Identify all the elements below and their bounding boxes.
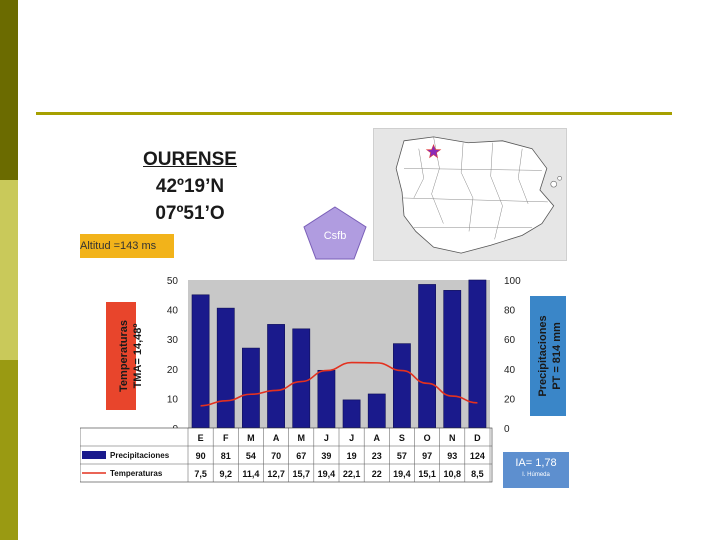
precip-bar xyxy=(342,399,361,429)
precip-value-cell: 39 xyxy=(321,451,331,461)
precip-bar xyxy=(367,393,386,429)
month-label: A xyxy=(273,433,280,443)
precip-bar xyxy=(468,279,487,429)
precip-bar xyxy=(418,284,436,429)
precip-legend-label: Precipitaciones xyxy=(110,451,170,460)
precip-value-cell: 124 xyxy=(470,451,485,461)
aridity-index-box: IA= 1,78 I. Húmeda xyxy=(503,452,569,488)
right-tick-label: 80 xyxy=(504,306,516,317)
month-label: S xyxy=(399,433,405,443)
right-tick-label: 20 xyxy=(504,394,516,405)
header-rule xyxy=(36,112,672,115)
precip-bar xyxy=(216,307,235,429)
station-name: OURENSE xyxy=(143,149,237,170)
station-latitude: 42º19’N xyxy=(155,176,225,197)
precip-value-cell: 90 xyxy=(196,451,206,461)
month-label: N xyxy=(449,433,456,443)
climogram: Temperaturas TMA= 14,48º Precipitaciones… xyxy=(80,276,566,483)
temp-value-cell: 7,5 xyxy=(194,469,207,479)
precip-value-cell: 70 xyxy=(271,451,281,461)
precip-value-cell: 57 xyxy=(397,451,407,461)
precip-bar xyxy=(317,369,336,429)
side-bar-bottom xyxy=(0,360,18,540)
temp-value-cell: 19,4 xyxy=(393,469,411,479)
temp-summary-value: TMA= 14,48º xyxy=(132,324,144,389)
precip-value-cell: 97 xyxy=(422,451,432,461)
precip-value-cell: 19 xyxy=(347,451,357,461)
left-tick-label: 10 xyxy=(167,394,179,405)
station-header: OURENSE 42º19’N 07º51’O xyxy=(120,146,260,227)
month-label: J xyxy=(324,433,329,443)
precip-bar xyxy=(267,324,285,429)
prec-summary-box: Precipitaciones PT = 814 mm xyxy=(530,296,566,416)
table: E F M A M J J A S O N D Precipitaciones Temperaturas 9… xyxy=(80,427,493,483)
month-label: J xyxy=(349,433,354,443)
side-bar-top xyxy=(0,0,18,180)
temp-value-cell: 8,5 xyxy=(471,469,484,479)
month-label: E xyxy=(198,433,204,443)
left-tick-label: 50 xyxy=(167,276,179,287)
aridity-index-class: I. Húmeda xyxy=(522,472,550,478)
right-axis: 0 20 40 60 80 100 xyxy=(504,276,521,435)
side-bar-middle xyxy=(0,180,18,360)
month-label: D xyxy=(474,433,481,443)
koppen-code: Csfb xyxy=(324,230,347,242)
prec-summary-value: PT = 814 mm xyxy=(551,322,563,390)
temp-value-cell: 22,1 xyxy=(343,469,361,479)
temp-value-cell: 10,8 xyxy=(443,469,461,479)
month-label: M xyxy=(247,433,255,443)
month-label: M xyxy=(298,433,306,443)
left-tick-label: 40 xyxy=(167,306,179,317)
temp-value-cell: 15,1 xyxy=(418,469,436,479)
precip-bar xyxy=(393,343,411,429)
temp-summary-label: Temperaturas xyxy=(118,320,130,392)
precip-value-cell: 54 xyxy=(246,451,256,461)
right-tick-label: 0 xyxy=(504,424,510,435)
temp-summary-box: Temperaturas TMA= 14,48º xyxy=(106,302,144,410)
temp-value-cell: 22 xyxy=(372,469,382,479)
precip-bar xyxy=(292,328,311,429)
station-longitude: 07º51’O xyxy=(155,203,225,224)
temp-value-cell: 9,2 xyxy=(219,469,232,479)
prec-summary-label: Precipitaciones xyxy=(537,315,549,396)
precip-legend-swatch xyxy=(82,451,106,459)
precip-value-cell: 81 xyxy=(221,451,231,461)
month-label: A xyxy=(374,433,381,443)
right-tick-label: 100 xyxy=(504,276,521,287)
right-tick-label: 40 xyxy=(504,365,516,376)
aridity-index-value: IA= 1,78 xyxy=(515,457,557,469)
precip-bar xyxy=(242,347,260,429)
left-axis: 01020304050 xyxy=(167,276,179,435)
temp-legend-label: Temperaturas xyxy=(110,469,163,478)
precip-value-cell: 23 xyxy=(372,451,382,461)
right-tick-label: 60 xyxy=(504,335,516,346)
temp-value-cell: 19,4 xyxy=(318,469,336,479)
month-label: F xyxy=(223,433,229,443)
temp-value-cell: 11,4 xyxy=(242,469,259,479)
precip-value-cell: 93 xyxy=(447,451,457,461)
location-map xyxy=(373,128,567,261)
left-tick-label: 30 xyxy=(167,335,179,346)
koppen-pentagon: Csfb xyxy=(303,206,367,260)
temp-value-cell: 12,7 xyxy=(267,469,285,479)
altitude-label: Altitud =143 ms xyxy=(80,234,174,258)
left-tick-label: 20 xyxy=(167,365,179,376)
month-label: O xyxy=(424,433,431,443)
temp-value-cell: 15,7 xyxy=(292,469,310,479)
precip-bar xyxy=(191,294,210,429)
precip-bar xyxy=(443,290,462,429)
precip-value-cell: 67 xyxy=(296,451,306,461)
